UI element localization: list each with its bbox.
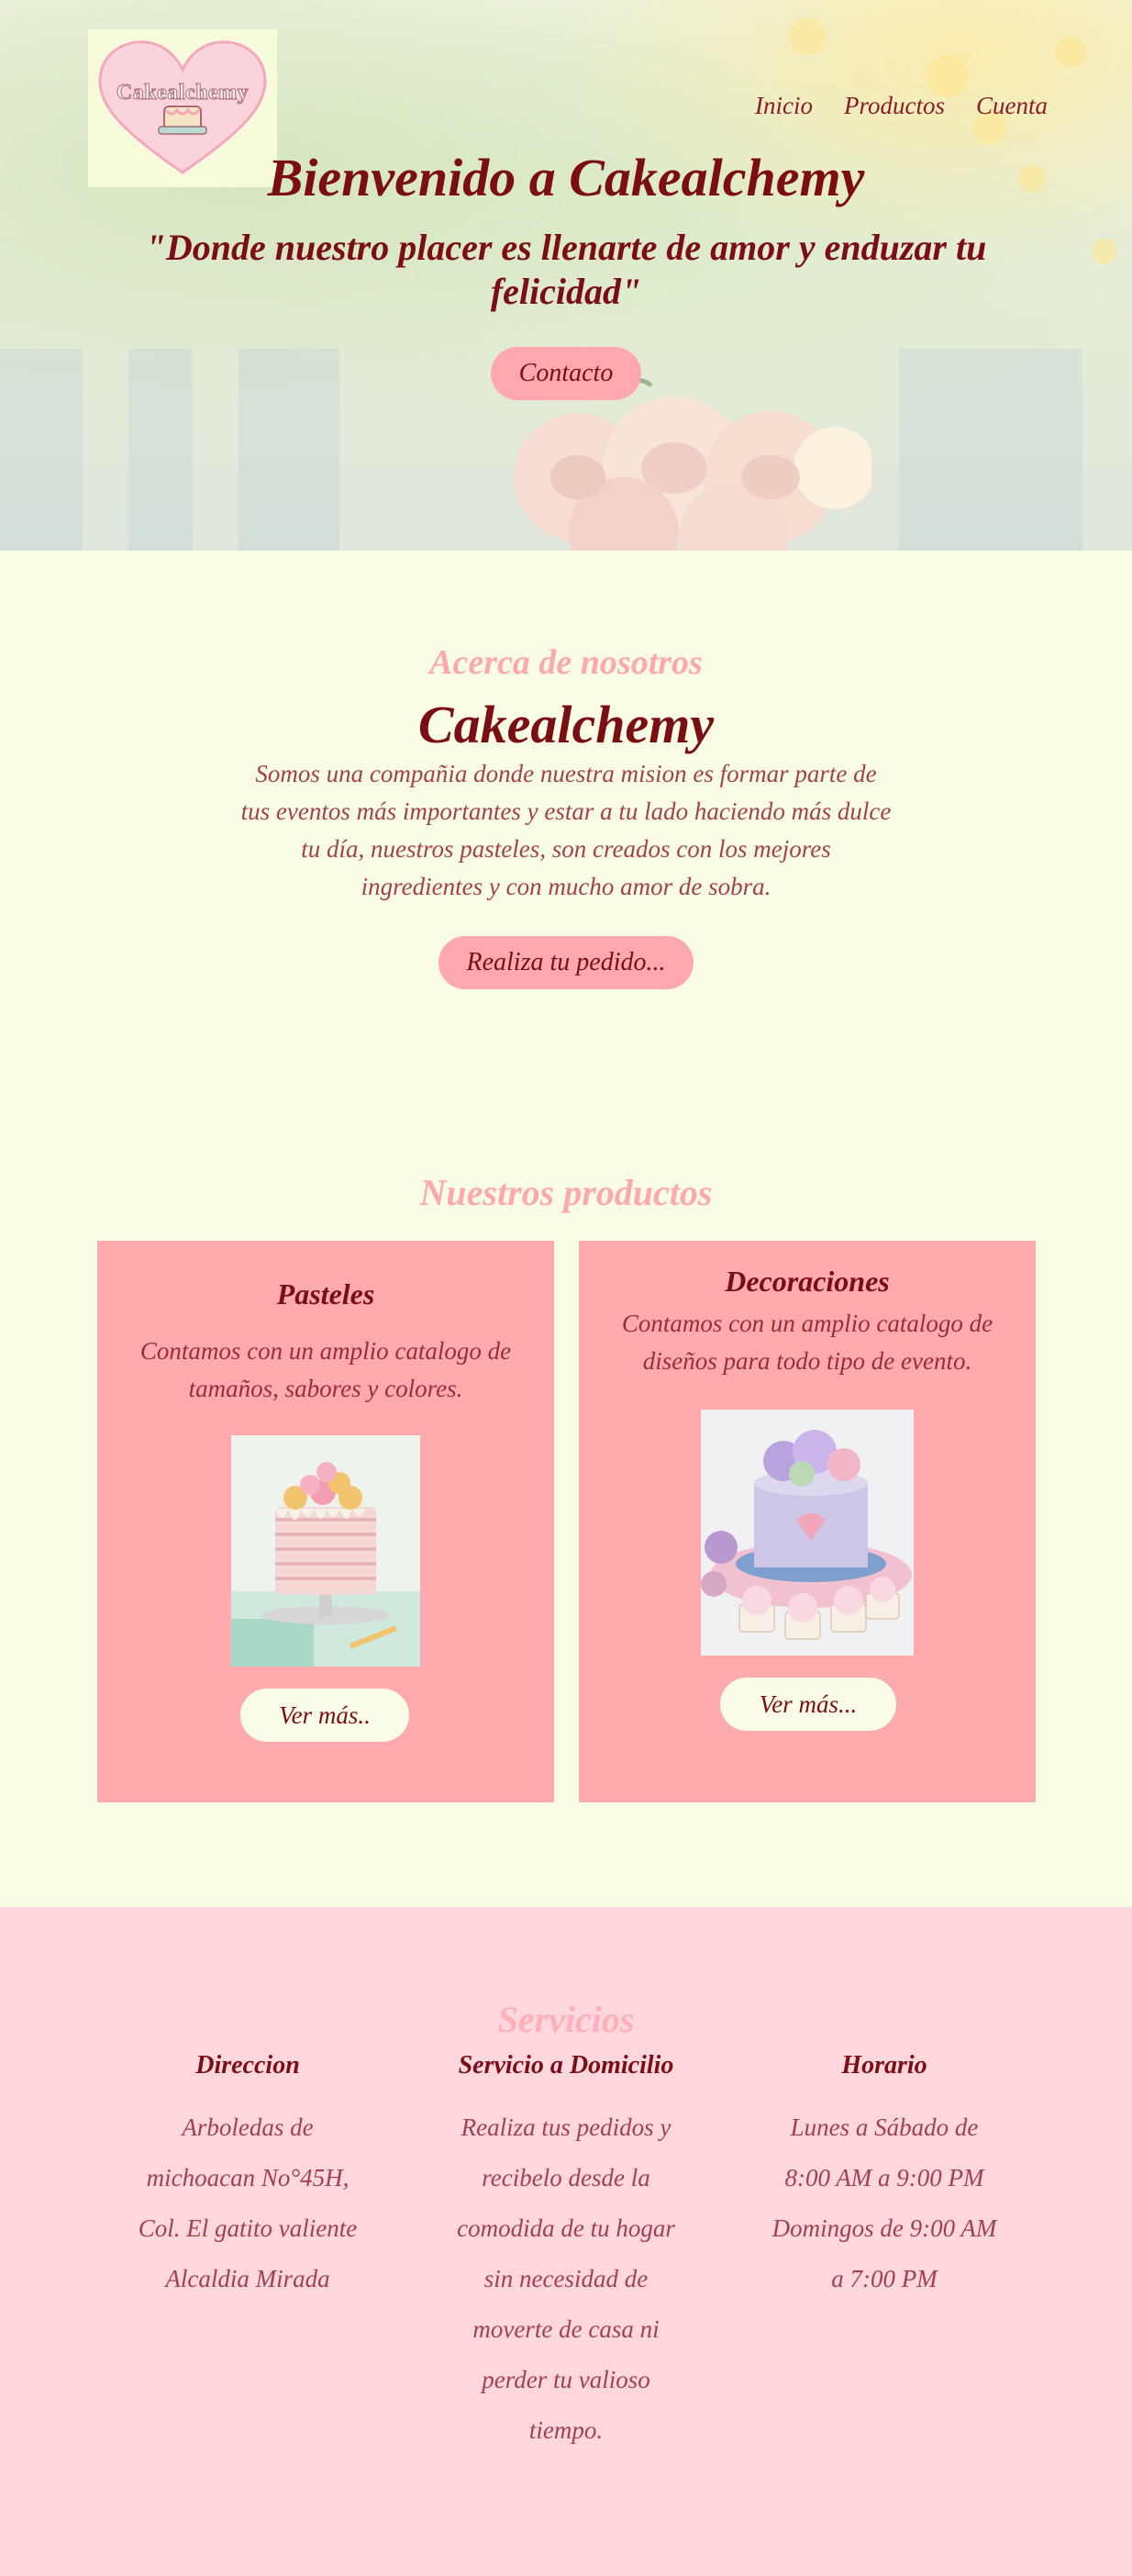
products-title: Nuestros productos <box>419 1172 713 1213</box>
logo-text: Cakealchemy <box>116 81 250 106</box>
product-card-pasteles: Pasteles Contamos con un amplio catalogo… <box>97 1241 554 1802</box>
bg-stripe <box>239 349 339 551</box>
nav-inicio[interactable]: Inicio <box>755 92 813 120</box>
service-horario: Horario Lunes a Sábado de 8:00 AM a 9:00… <box>747 2049 1022 2304</box>
service-text: Realiza tus pedidos y recibelo desde la … <box>457 2113 675 2444</box>
bokeh-light <box>789 18 826 55</box>
main-nav: Inicio Productos Cuenta <box>755 92 1048 120</box>
service-title: Horario <box>841 2051 927 2080</box>
card-title: Pasteles <box>276 1277 375 1310</box>
decorated-cake-image <box>701 1410 914 1656</box>
ver-mas-decoraciones-button[interactable]: Ver más... <box>720 1678 896 1731</box>
bg-stripe <box>899 349 1082 551</box>
nav-cuenta[interactable]: Cuenta <box>976 92 1048 120</box>
nav-productos[interactable]: Productos <box>844 92 945 120</box>
product-card-decoraciones: Decoraciones Contamos con un amplio cata… <box>579 1241 1036 1802</box>
service-domicilio: Servicio a Domicilio Realiza tus pedidos… <box>428 2049 704 2456</box>
contact-button[interactable]: Contacto <box>491 347 641 400</box>
ver-mas-pasteles-button[interactable]: Ver más.. <box>240 1689 409 1742</box>
card-text: Contamos con un amplio catalogo de diseñ… <box>621 1310 993 1375</box>
hero-subtitle: "Donde nuestro placer es llenarte de amo… <box>145 227 987 312</box>
card-title: Decoraciones <box>725 1265 890 1298</box>
services-section: Servicios Direccion Arboledas de michoac… <box>0 1907 1132 2576</box>
about-kicker: Acerca de nosotros <box>429 643 703 682</box>
service-text: Lunes a Sábado de 8:00 AM a 9:00 PM Domi… <box>771 2113 997 2292</box>
bg-stripe <box>128 349 193 551</box>
hero-banner: Cakealchemy Inicio Productos Cuenta Bien… <box>0 0 1132 551</box>
service-title: Direccion <box>195 2051 300 2080</box>
cake-image <box>231 1435 420 1667</box>
bg-stripe <box>0 349 83 551</box>
services-title: Servicios <box>497 1999 635 2040</box>
bokeh-light <box>1092 239 1117 264</box>
hero-title: Bienvenido a Cakealchemy <box>267 148 865 207</box>
about-title: Cakealchemy <box>417 695 715 754</box>
service-direccion: Direccion Arboledas de michoacan No°45H,… <box>123 2049 372 2304</box>
about-text: Somos una compañia donde nuestra mision … <box>240 760 892 900</box>
bokeh-light <box>1055 37 1086 68</box>
card-text: Contamos con un amplio catalogo de tamañ… <box>139 1337 512 1402</box>
order-button[interactable]: Realiza tu pedido... <box>438 936 694 989</box>
service-text: Arboledas de michoacan No°45H, Col. El g… <box>138 2113 358 2292</box>
service-title: Servicio a Domicilio <box>458 2051 674 2080</box>
